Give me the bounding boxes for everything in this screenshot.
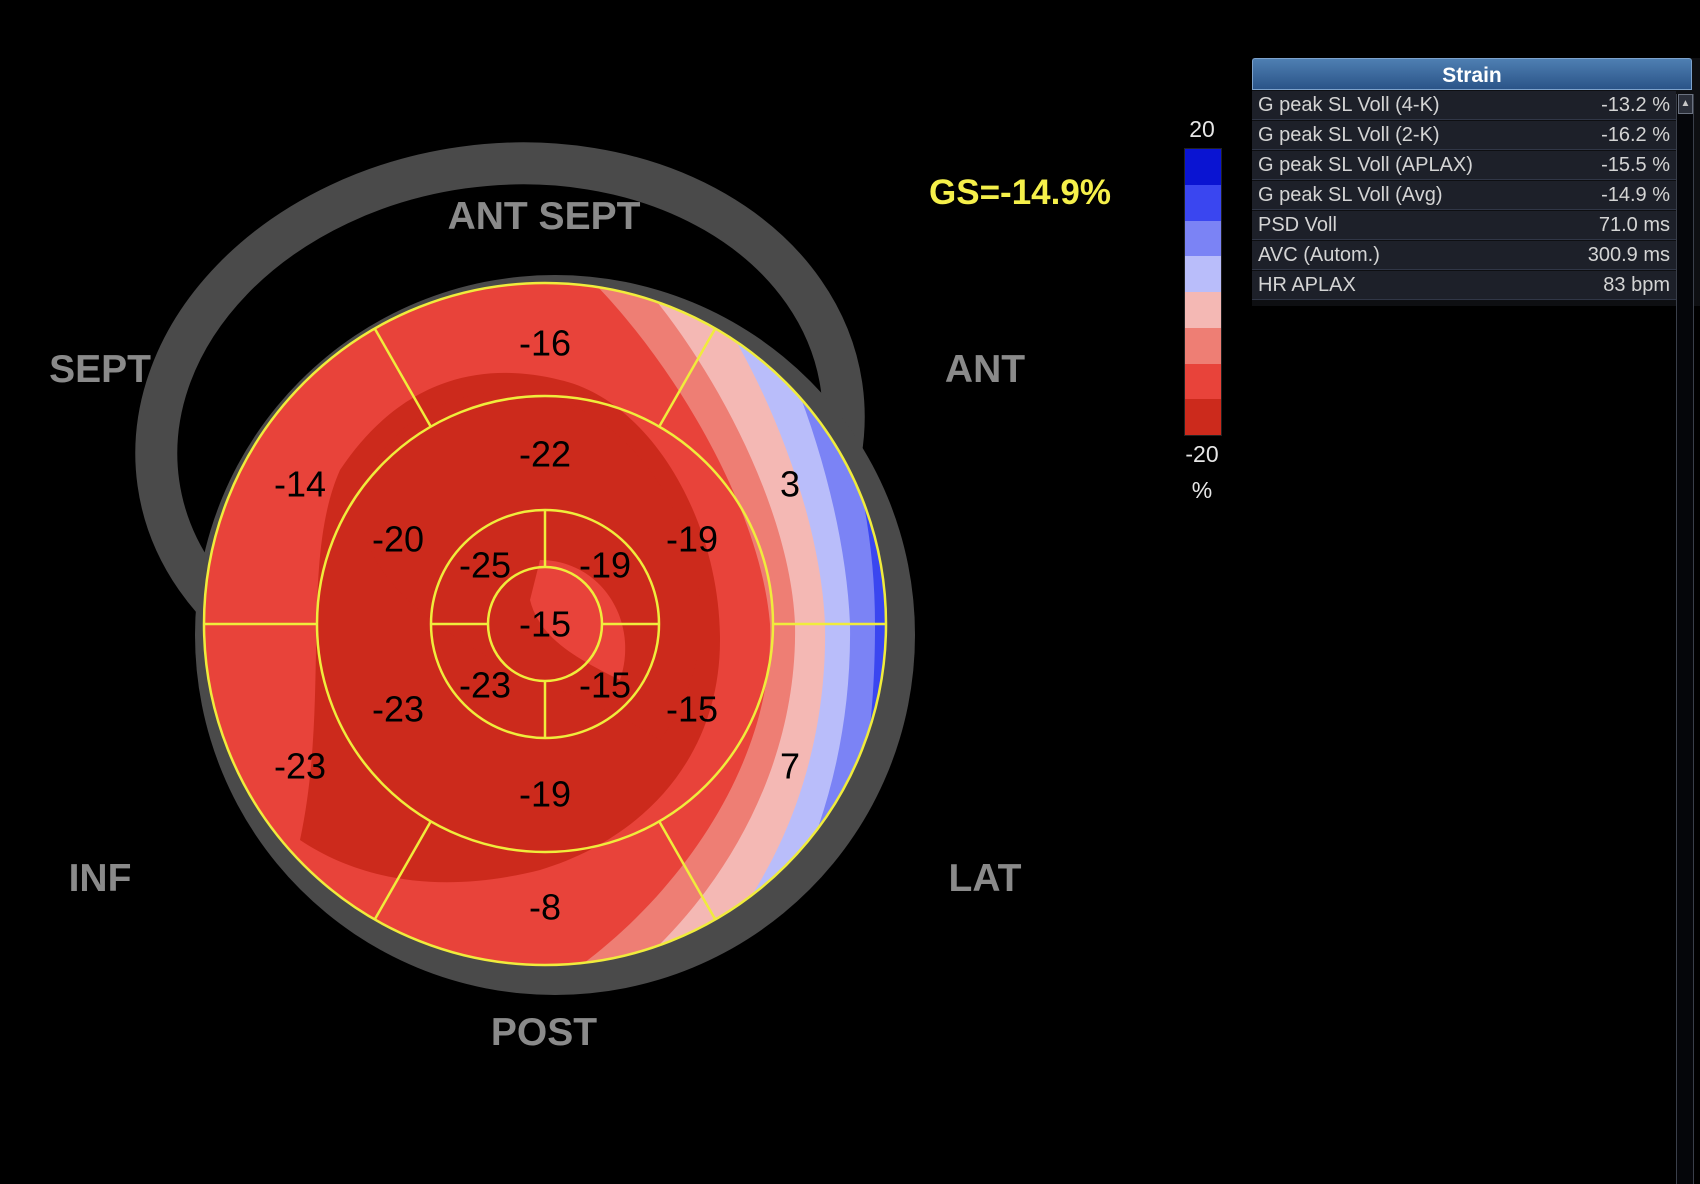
wall-label-lat: LAT (948, 857, 1022, 900)
result-label: G peak SL Voll (4-K) (1258, 93, 1440, 116)
result-label: AVC (Autom.) (1258, 243, 1380, 266)
result-row[interactable]: G peak SL Voll (4-K) -13.2 % (1252, 91, 1676, 120)
result-row[interactable]: G peak SL Voll (APLAX) -15.5 % (1252, 151, 1676, 180)
result-value: -16.2 % (1601, 123, 1670, 146)
bullseye-plot: -16 3 7 -8 -23 -14 -22 -19 -15 -19 -23 -… (135, 142, 915, 995)
segment-value: -25 (459, 545, 511, 586)
scroll-up-arrow-icon[interactable]: ▲ (1678, 94, 1693, 114)
colorbar-band (1185, 256, 1221, 292)
wall-label-ant-sept: ANT SEPT (447, 195, 641, 238)
strain-panel: Strain G peak SL Voll (4-K) -13.2 % G pe… (1252, 58, 1700, 306)
segment-value: -14 (274, 464, 326, 505)
colorbar (1184, 148, 1222, 436)
segment-value-apex: -15 (519, 604, 571, 645)
segment-value: -16 (519, 323, 571, 364)
segment-value: -19 (579, 545, 631, 586)
result-value: -13.2 % (1601, 93, 1670, 116)
segment-value: -22 (519, 434, 571, 475)
segment-value: -23 (372, 689, 424, 730)
wall-label-ant: ANT (944, 348, 1026, 391)
panel-scrollbar[interactable]: ▲ (1676, 94, 1694, 1184)
segment-value: -15 (666, 689, 718, 730)
result-row[interactable]: G peak SL Voll (2-K) -16.2 % (1252, 121, 1676, 150)
wall-label-post: POST (490, 1011, 598, 1054)
strain-results-list: G peak SL Voll (4-K) -13.2 % G peak SL V… (1252, 91, 1676, 300)
result-label: G peak SL Voll (2-K) (1258, 123, 1440, 146)
result-value: -14.9 % (1601, 183, 1670, 206)
result-row[interactable]: PSD Voll 71.0 ms (1252, 211, 1676, 240)
segment-value: -19 (666, 519, 718, 560)
colorbar-band (1185, 220, 1221, 257)
result-row[interactable]: HR APLAX 83 bpm (1252, 271, 1676, 300)
result-value: 300.9 ms (1587, 243, 1670, 266)
segment-value: -19 (519, 774, 571, 815)
segment-value: -15 (579, 665, 631, 706)
result-value: -15.5 % (1601, 153, 1670, 176)
wall-label-inf: INF (68, 857, 132, 900)
strain-panel-title[interactable]: Strain (1252, 58, 1692, 90)
colorbar-band (1185, 399, 1221, 435)
colorbar-band (1185, 149, 1221, 185)
result-label: HR APLAX (1258, 273, 1356, 296)
segment-value: 3 (780, 464, 800, 505)
colorbar-band (1185, 184, 1221, 221)
segment-value: -8 (529, 887, 561, 928)
colorbar-band (1185, 327, 1221, 364)
colorbar-min-label: -20 (1185, 441, 1219, 467)
result-value: 83 bpm (1603, 273, 1670, 296)
segment-value: -23 (459, 665, 511, 706)
colorbar-max-label: 20 (1189, 116, 1215, 142)
result-row[interactable]: AVC (Autom.) 300.9 ms (1252, 241, 1676, 270)
segment-value: -20 (372, 519, 424, 560)
segment-value: -23 (274, 746, 326, 787)
result-row[interactable]: G peak SL Voll (Avg) -14.9 % (1252, 181, 1676, 210)
result-label: G peak SL Voll (APLAX) (1258, 153, 1473, 176)
global-strain-value: GS=-14.9% (929, 173, 1111, 212)
result-label: G peak SL Voll (Avg) (1258, 183, 1443, 206)
result-label: PSD Voll (1258, 213, 1337, 236)
result-value: 71.0 ms (1598, 213, 1670, 236)
colorbar-band (1185, 292, 1221, 328)
colorbar-band (1185, 363, 1221, 400)
colorbar-unit-label: % (1191, 477, 1213, 503)
wall-label-sept: SEPT (49, 348, 151, 391)
segment-value: 7 (780, 746, 800, 787)
